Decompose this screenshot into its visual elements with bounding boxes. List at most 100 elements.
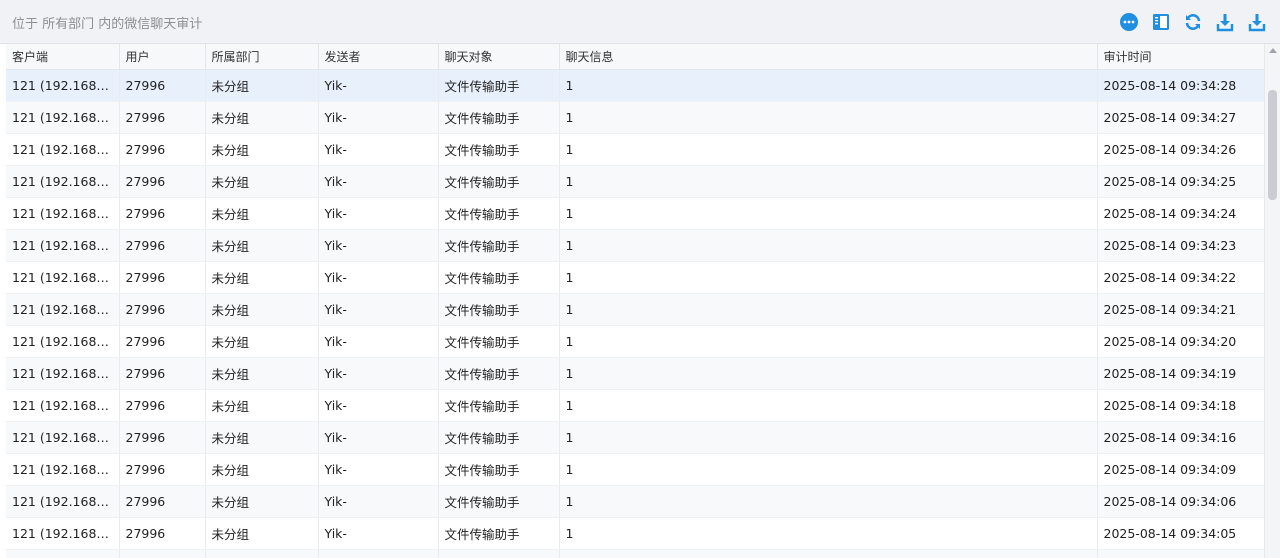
chat-icon[interactable] [1118,11,1140,33]
table-row[interactable]: 121 (192.168.2...27996未分组Yik-文件传输助手12025… [6,101,1264,134]
columns-icon[interactable] [1150,11,1172,33]
table-row[interactable]: 121 (192.168.2...27996未分组Yik-文件传输助手12025… [6,517,1264,550]
cell-chat-message: 1 [559,453,1098,486]
cell-audit-time: 2025-08-14 09:34:28 [1097,69,1264,102]
cell-chat-target: 文件传输助手 [438,293,560,326]
cell-audit-time: 2025-08-14 09:34:05 [1097,517,1264,550]
cell-sender: Yik- [318,101,439,134]
cell-user: 27996 [119,325,206,358]
cell-audit-time: 2025-08-14 09:34:25 [1097,165,1264,198]
cell-chat-message: 1 [559,101,1098,134]
table-row[interactable]: 121 (192.168.2...27996未分组Yik-文件传输助手12025… [6,261,1264,294]
cell-audit-time: 2025-08-14 09:34:19 [1097,357,1264,390]
cell-chat-target: 文件传输助手 [438,453,560,486]
cell-chat-message: 1 [559,293,1098,326]
cell-department: 未分组 [205,389,319,422]
cell-audit-time: 2025-08-14 09:34:26 [1097,133,1264,166]
table-row[interactable]: 121 (192.168.2...27996未分组Yik-文件传输助手12025… [6,165,1264,198]
cell-chat-message: 1 [559,165,1098,198]
cell-department: 未分组 [205,133,319,166]
export-icon[interactable] [1246,11,1268,33]
cell-chat-message: 1 [559,549,1098,558]
column-header-chat-message[interactable]: 聊天信息 [559,44,1098,70]
column-header-client[interactable]: 客户端 [6,44,120,70]
cell-user: 27996 [119,517,206,550]
cell-sender: Yik- [318,517,439,550]
cell-client: 121 (192.168.2... [6,69,120,102]
cell-chat-message: 1 [559,357,1098,390]
cell-chat-target: 文件传输助手 [438,69,560,102]
cell-client: 121 (192.168.2... [6,197,120,230]
cell-sender: Yik- [318,421,439,454]
cell-sender: Yik- [318,325,439,358]
cell-chat-target: 文件传输助手 [438,197,560,230]
cell-sender: Yik- [318,197,439,230]
cell-user: 27996 [119,133,206,166]
cell-user: 27996 [119,165,206,198]
cell-user: 27996 [119,101,206,134]
cell-department: 未分组 [205,357,319,390]
audit-table-container: 客户端 用户 所属部门 发送者 聊天对象 聊天信息 审计时间 121 (192.168.2.… [6,44,1264,558]
cell-audit-time: 2025-08-14 09:34:06 [1097,485,1264,518]
table-row[interactable]: 121 (192.168.2...27996未分组Yik-文件传输助手12025… [6,357,1264,390]
toolbar-actions [1118,11,1268,33]
cell-client: 121 (192.168.2... [6,453,120,486]
table-row[interactable]: 121 (192.168.2...27996未分组Yik-文件传输助手12025… [6,293,1264,326]
table-body: 121 (192.168.2... 27996 未分组 Yik- 文件传输助手 1 2025… [6,69,1264,558]
cell-client: 121 (192.168.2... [6,101,120,134]
cell-client: 121 (192.168.2... [6,517,120,550]
toolbar: 位于 所有部门 内的微信聊天审计 [0,0,1280,44]
cell-chat-target: 文件传输助手 [438,517,560,550]
table-row[interactable]: 121 (192.168.2...27996未分组Yik-文件传输助手12025… [6,421,1264,454]
cell-chat-message: 1 [559,197,1098,230]
cell-audit-time: 2025-08-14 09:34:21 [1097,293,1264,326]
cell-sender: Yik- [318,453,439,486]
cell-department: 未分组 [205,325,319,358]
cell-audit-time: 2025-08-14 09:34:27 [1097,101,1264,134]
table-row[interactable]: 121 (192.168.2...27996未分组Yik-文件传输助手12025… [6,549,1264,558]
cell-chat-target: 文件传输助手 [438,389,560,422]
cell-department: 未分组 [205,229,319,262]
cell-chat-target: 文件传输助手 [438,229,560,262]
cell-chat-target: 文件传输助手 [438,421,560,454]
table-row[interactable]: 121 (192.168.2...27996未分组Yik-文件传输助手12025… [6,389,1264,422]
table-row[interactable]: 121 (192.168.2...27996未分组Yik-文件传输助手12025… [6,197,1264,230]
cell-chat-target: 文件传输助手 [438,165,560,198]
column-header-sender[interactable]: 发送者 [318,44,439,70]
cell-sender: Yik- [318,389,439,422]
download-icon[interactable] [1214,11,1236,33]
cell-chat-message: 1 [559,133,1098,166]
table-row[interactable]: 121 (192.168.2...27996未分组Yik-文件传输助手12025… [6,485,1264,518]
table-row[interactable]: 121 (192.168.2...27996未分组Yik-文件传输助手12025… [6,69,1264,102]
cell-sender: Yik- [318,485,439,518]
cell-department: 未分组 [205,421,319,454]
cell-client: 121 (192.168.2... [6,389,120,422]
vertical-scrollbar[interactable] [1264,44,1280,558]
table-row[interactable]: 121 (192.168.2...27996未分组Yik-文件传输助手12025… [6,229,1264,262]
cell-chat-target: 文件传输助手 [438,357,560,390]
cell-department: 未分组 [205,261,319,294]
cell-client: 121 (192.168.2... [6,485,120,518]
table-row[interactable]: 121 (192.168.2...27996未分组Yik-文件传输助手12025… [6,325,1264,358]
cell-department: 未分组 [205,69,319,102]
breadcrumb: 位于 所有部门 内的微信聊天审计 [12,17,203,32]
table-row[interactable]: 121 (192.168.2...27996未分组Yik-文件传输助手12025… [6,453,1264,486]
cell-client: 121 (192.168.2... [6,165,120,198]
cell-user: 27996 [119,485,206,518]
table-row[interactable]: 121 (192.168.2...27996未分组Yik-文件传输助手12025… [6,133,1264,166]
cell-department: 未分组 [205,485,319,518]
column-header-chat-target[interactable]: 聊天对象 [438,44,560,70]
column-header-department[interactable]: 所属部门 [205,44,319,70]
cell-user: 27996 [119,197,206,230]
cell-client: 121 (192.168.2... [6,229,120,262]
cell-user: 27996 [119,389,206,422]
refresh-icon[interactable] [1182,11,1204,33]
scroll-up-icon[interactable] [1269,48,1277,53]
cell-department: 未分组 [205,549,319,558]
column-header-user[interactable]: 用户 [119,44,206,70]
cell-chat-message: 1 [559,421,1098,454]
cell-sender: Yik- [318,261,439,294]
cell-department: 未分组 [205,101,319,134]
scrollbar-thumb[interactable] [1268,90,1277,200]
column-header-audit-time[interactable]: 审计时间 [1097,44,1264,70]
